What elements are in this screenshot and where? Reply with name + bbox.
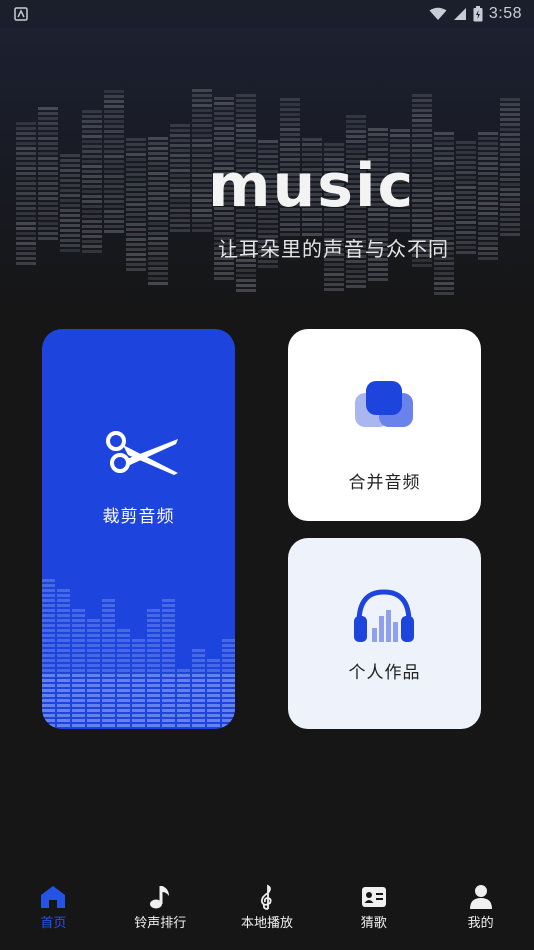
bottom-nav: 首页 铃声排行 本地播放 猜歌 我的 [0,870,534,950]
status-bar: 3:58 [0,0,534,28]
nav-label-local-play: 本地播放 [240,916,293,931]
id-card-icon [361,884,387,910]
nav-label-ringtone-ranking: 铃声排行 [134,916,187,931]
nav-item-guess-song[interactable]: 猜歌 [320,870,427,950]
merge-audio-label: 合并音频 [348,473,421,493]
home-icon [40,884,66,910]
nav-label-guess-song: 猜歌 [360,916,387,931]
card-equalizer-decoration [42,579,235,727]
nav-item-home[interactable]: 首页 [0,870,107,950]
headphones-icon [354,589,414,642]
signal-icon [453,8,466,20]
merge-icon [355,381,413,427]
status-right: 3:58 [429,5,522,23]
nav-item-local-play[interactable]: 本地播放 [214,870,321,950]
music-note-icon [147,884,173,910]
nav-item-mine[interactable]: 我的 [427,870,534,950]
music-logo-text: music [208,151,416,221]
status-left [14,7,28,21]
cut-audio-card[interactable]: 裁剪音频 [42,329,235,729]
scissors-icon [106,431,178,475]
cut-audio-label: 裁剪音频 [102,507,175,527]
personal-works-card[interactable]: 个人作品 [288,538,481,729]
status-time: 3:58 [488,5,522,22]
battery-icon [473,6,483,22]
profile-icon [468,884,494,910]
nav-label-mine: 我的 [467,916,494,931]
nav-item-ringtone-ranking[interactable]: 铃声排行 [107,870,214,950]
banner: music 让耳朵里的声音与众不同 [0,28,534,310]
treble-clef-icon [254,884,280,910]
banner-slogan: 让耳朵里的声音与众不同 [218,237,449,261]
personal-works-label: 个人作品 [348,663,421,683]
notification-icon [14,7,28,21]
merge-audio-card[interactable]: 合并音频 [288,329,481,521]
wifi-icon [429,7,447,20]
nav-label-home: 首页 [40,916,67,931]
